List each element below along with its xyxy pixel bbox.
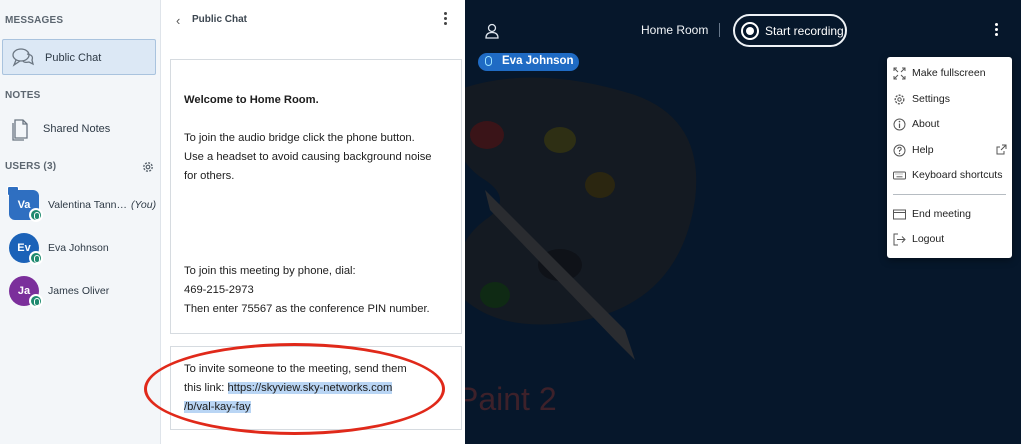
menu-item-label: Settings	[912, 93, 950, 105]
audio-instruction-line: To join the audio bridge click the phone…	[184, 132, 415, 144]
gear-icon[interactable]	[141, 160, 155, 174]
menu-item-label: About	[912, 118, 940, 130]
chat-title[interactable]: Public Chat	[192, 14, 247, 25]
external-link-icon	[996, 144, 1007, 155]
info-icon	[893, 118, 906, 131]
header-divider	[719, 23, 720, 37]
phone-instruction-line: To join this meeting by phone, dial:	[184, 265, 356, 277]
audio-instruction-line: Use a headset to avoid causing backgroun…	[184, 151, 432, 163]
record-icon	[741, 22, 759, 40]
options-dropdown-menu: Make fullscreen Settings About Help Keyb…	[887, 57, 1012, 258]
shared-notes-label: Shared Notes	[43, 123, 111, 135]
menu-item-make-fullscreen[interactable]: Make fullscreen	[887, 62, 1012, 84]
logout-icon	[893, 233, 906, 246]
menu-item-label: Logout	[912, 233, 945, 245]
user-item-valentina[interactable]: Va Valentina Tann… (You)	[0, 186, 160, 226]
document-icon	[12, 119, 28, 141]
menu-item-label: End meeting	[912, 208, 971, 220]
user-name: Eva Johnson	[48, 242, 109, 254]
microphone-icon	[29, 294, 43, 308]
menu-item-label: Keyboard shortcuts	[912, 169, 1003, 181]
shared-notes-item[interactable]: Shared Notes	[2, 113, 156, 145]
menu-item-about[interactable]: About	[887, 113, 1012, 135]
user-name: James Oliver	[48, 285, 110, 297]
talker-name: Eva Johnson	[502, 55, 574, 67]
menu-item-end-meeting[interactable]: End meeting	[887, 203, 1012, 225]
microphone-icon	[29, 208, 43, 222]
help-icon	[893, 144, 906, 157]
room-name: Home Room	[641, 23, 709, 37]
pin-instruction-line: Then enter 75567 as the conference PIN n…	[184, 303, 430, 315]
chat-icon	[12, 48, 34, 67]
fullscreen-icon	[893, 67, 906, 80]
keyboard-icon	[893, 171, 906, 180]
menu-item-help[interactable]: Help	[887, 139, 1012, 161]
welcome-message: Welcome to Home Room. To join the audio …	[170, 59, 462, 334]
menu-divider	[893, 194, 1006, 195]
phone-number: 469-215-2973	[184, 284, 254, 296]
slide-title: Paint 2	[465, 381, 557, 417]
chevron-left-icon[interactable]: ‹	[176, 13, 180, 28]
chat-options-icon[interactable]	[442, 12, 448, 28]
notes-section-title: NOTES	[5, 90, 41, 101]
public-chat-item[interactable]: Public Chat	[2, 39, 156, 75]
user-name: Valentina Tann… (You)	[48, 199, 157, 211]
gear-icon	[894, 94, 905, 105]
record-label: Start recording	[765, 24, 844, 38]
user-icon[interactable]	[485, 23, 499, 39]
user-list-panel: MESSAGES Public Chat NOTES Shared Notes …	[0, 0, 161, 444]
user-item-eva[interactable]: Ev Eva Johnson	[0, 229, 160, 269]
welcome-line: Welcome to Home Room.	[184, 94, 319, 106]
menu-item-label: Make fullscreen	[912, 67, 986, 79]
talking-indicator[interactable]: Eva Johnson	[478, 53, 579, 71]
end-meeting-icon	[893, 209, 906, 220]
microphone-icon	[485, 56, 492, 66]
more-options-icon[interactable]	[993, 23, 999, 39]
audio-instruction-line: for others.	[184, 170, 235, 182]
users-section-title: USERS (3)	[5, 161, 57, 172]
public-chat-label: Public Chat	[45, 52, 102, 64]
microphone-icon	[29, 251, 43, 265]
menu-item-keyboard-shortcuts[interactable]: Keyboard shortcuts	[887, 164, 1012, 186]
menu-item-settings[interactable]: Settings	[887, 88, 1012, 110]
user-item-james[interactable]: Ja James Oliver	[0, 272, 160, 312]
messages-section-title: MESSAGES	[5, 15, 64, 26]
menu-item-logout[interactable]: Logout	[887, 228, 1012, 250]
you-label: (You)	[131, 199, 157, 211]
menu-item-label: Help	[912, 144, 934, 156]
annotation-circle	[144, 343, 445, 435]
start-recording-button[interactable]: Start recording	[733, 14, 847, 47]
